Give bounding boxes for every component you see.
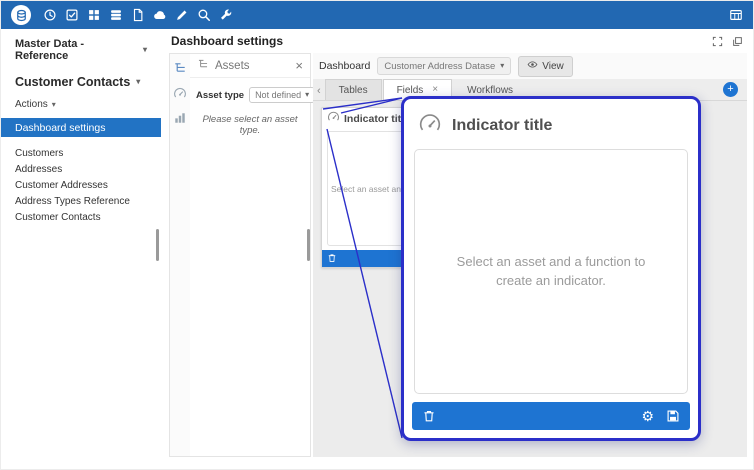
sidebar-item-customer-contacts[interactable]: Customer Contacts bbox=[1, 209, 161, 225]
assets-panel-header: Assets × bbox=[190, 54, 310, 78]
fullscreen-icon[interactable] bbox=[712, 36, 723, 47]
entity-list: Customers Addresses Customer Addresses A… bbox=[1, 137, 161, 225]
chart-widget-icon[interactable] bbox=[173, 111, 187, 125]
gear-icon[interactable]: ⚙ bbox=[641, 409, 654, 423]
trash-icon[interactable] bbox=[327, 250, 337, 268]
indicator-title: Indicator title bbox=[452, 117, 552, 135]
dashboard-label: Dashboard bbox=[319, 60, 370, 72]
app-window: Master Data - Reference ▾ Customer Conta… bbox=[0, 0, 754, 470]
asset-type-row: Asset type Not defined ▾ bbox=[190, 78, 310, 103]
close-icon[interactable]: × bbox=[432, 85, 438, 95]
add-tab-button[interactable]: + bbox=[723, 82, 738, 97]
view-button-label: View bbox=[542, 61, 564, 72]
main-header: Dashboard settings bbox=[161, 29, 754, 53]
plus-icon: + bbox=[727, 84, 733, 95]
view-button[interactable]: View bbox=[518, 56, 573, 77]
chevron-down-icon: ▾ bbox=[500, 62, 504, 70]
assets-scrollbar[interactable] bbox=[307, 229, 310, 261]
chevron-down-icon: ▾ bbox=[143, 46, 147, 54]
cloud-icon[interactable] bbox=[152, 8, 167, 23]
sidebar-item-dashboard-settings[interactable]: Dashboard settings bbox=[1, 118, 161, 137]
assets-panel-title: Assets bbox=[215, 60, 295, 72]
topbar bbox=[1, 1, 753, 29]
close-icon[interactable]: × bbox=[295, 59, 303, 72]
indicator-empty-message: Select an asset and a function to create… bbox=[414, 149, 688, 394]
gauge-icon bbox=[327, 110, 340, 128]
sidebar-item-customers[interactable]: Customers bbox=[1, 145, 161, 161]
assets-empty-message: Please select an asset type. bbox=[190, 114, 310, 136]
window-controls bbox=[712, 36, 743, 47]
data-table-icon[interactable] bbox=[728, 8, 743, 23]
apps-grid-icon[interactable] bbox=[86, 8, 101, 23]
chevron-down-icon: ▾ bbox=[305, 91, 309, 99]
sidebar: Master Data - Reference ▾ Customer Conta… bbox=[1, 29, 161, 470]
save-icon[interactable] bbox=[666, 409, 680, 423]
dashboard-select[interactable]: Customer Address Datase ▾ bbox=[377, 57, 511, 75]
eye-icon bbox=[527, 59, 538, 73]
actions-menu[interactable]: Actions ▾ bbox=[1, 89, 161, 118]
chevron-down-icon: ▾ bbox=[136, 78, 140, 86]
document-icon[interactable] bbox=[130, 8, 145, 23]
sidebar-item-customer-addresses[interactable]: Customer Addresses bbox=[1, 177, 161, 193]
asset-tree-icon[interactable] bbox=[173, 61, 187, 75]
page-title: Dashboard settings bbox=[171, 34, 283, 48]
tasks-icon[interactable] bbox=[64, 8, 79, 23]
asset-type-label: Asset type bbox=[196, 90, 244, 101]
widget-toolbar bbox=[169, 53, 191, 457]
entity-selector[interactable]: Customer Contacts ▾ bbox=[1, 62, 161, 89]
domain-label: Master Data - Reference bbox=[15, 38, 137, 62]
gauge-widget-icon[interactable] bbox=[173, 86, 187, 100]
indicator-widget-header: Indicator title bbox=[412, 107, 690, 144]
tree-list-icon bbox=[197, 57, 209, 75]
assets-panel: Assets × Asset type Not defined ▾ Please… bbox=[190, 53, 311, 457]
gauge-icon bbox=[418, 111, 442, 140]
dashboard-toolbar: Dashboard Customer Address Datase ▾ View bbox=[313, 53, 747, 79]
wrench-icon[interactable] bbox=[218, 8, 233, 23]
asset-type-select[interactable]: Not defined ▾ bbox=[249, 87, 315, 103]
trash-icon[interactable] bbox=[422, 409, 436, 423]
sidebar-item-address-types-reference[interactable]: Address Types Reference bbox=[1, 193, 161, 209]
history-icon[interactable] bbox=[42, 8, 57, 23]
tab-tables[interactable]: Tables bbox=[325, 79, 382, 100]
dashboard-select-value: Customer Address Datase bbox=[384, 61, 495, 72]
indicator-widget-footer: ⚙ bbox=[412, 402, 690, 430]
tab-label: Tables bbox=[339, 85, 368, 96]
app-logo-database-icon[interactable] bbox=[11, 5, 31, 25]
tabs-scroll-left-icon[interactable]: ‹ bbox=[317, 85, 321, 97]
asset-type-value: Not defined bbox=[255, 90, 301, 100]
sidebar-scrollbar[interactable] bbox=[156, 229, 159, 261]
entity-label: Customer Contacts bbox=[15, 75, 130, 89]
chevron-down-icon: ▾ bbox=[52, 101, 56, 109]
sidebar-item-addresses[interactable]: Addresses bbox=[1, 161, 161, 177]
tab-label: Workflows bbox=[467, 85, 513, 96]
restore-window-icon[interactable] bbox=[732, 36, 743, 47]
search-icon[interactable] bbox=[196, 8, 211, 23]
edit-pen-icon[interactable] bbox=[174, 8, 189, 23]
sidebar-item-label: Dashboard settings bbox=[15, 122, 105, 134]
actions-label: Actions bbox=[15, 99, 48, 110]
tab-label: Fields bbox=[397, 85, 424, 96]
storage-layers-icon[interactable] bbox=[108, 8, 123, 23]
indicator-widget-zoomed: Indicator title Select an asset and a fu… bbox=[401, 96, 701, 441]
domain-selector[interactable]: Master Data - Reference ▾ bbox=[1, 29, 161, 62]
